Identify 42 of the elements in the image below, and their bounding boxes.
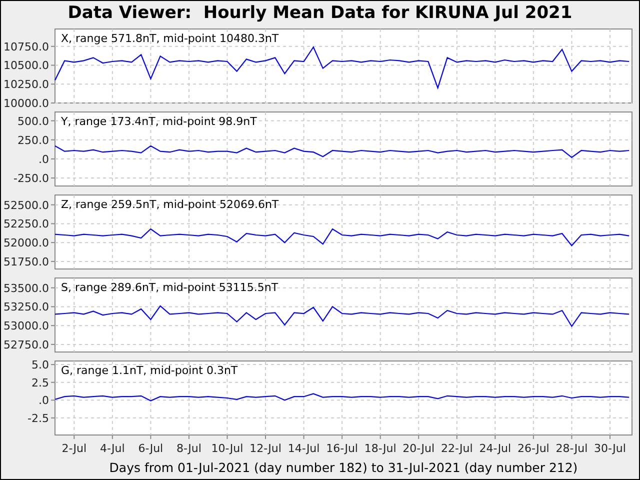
tick-label: 52500.0: [4, 198, 49, 212]
tick-label: 16-Jul: [326, 442, 358, 455]
tick-label: 53250.0: [4, 300, 49, 314]
chart-title: G, range 1.1nT, mid-point 0.3nT: [61, 364, 238, 377]
tick-label: 6-Jul: [138, 442, 164, 455]
tick-label: -2.5: [28, 412, 49, 425]
tick-label: 500.0: [18, 114, 49, 128]
tick-label: 2-Jul: [62, 442, 87, 455]
tick-label: 10000.0: [4, 97, 49, 109]
tick-label: 53500.0: [4, 282, 49, 295]
tick-label: .0: [38, 394, 49, 408]
tick-label: 250.0: [18, 134, 49, 147]
tick-label: 4-Jul: [100, 442, 125, 455]
tick-label: 10-Jul: [211, 442, 244, 455]
tick-label: 28-Jul: [556, 442, 588, 455]
tick-label: 2.5: [32, 376, 49, 390]
axis-title: Days from 01-Jul-2021 (day number 182) to 31-Jul-2021 (day number 212): [109, 460, 578, 475]
chart-title: Y, range 173.4nT, mid-point 98.9nT: [61, 115, 257, 128]
tick-label: 53000.0: [4, 320, 49, 333]
chart-title: X, range 571.8nT, mid-point 10480.3nT: [61, 32, 279, 45]
tick-label: 51750.0: [4, 255, 49, 268]
chart-title: S, range 289.6nT, mid-point 53115.5nT: [61, 281, 278, 294]
tick-label: 5.0: [32, 358, 49, 372]
tick-label: 52250.0: [4, 218, 49, 231]
tick-label: 10750.0: [4, 40, 49, 54]
tick-label: 22-Jul: [440, 442, 473, 455]
tick-label: 26-Jul: [518, 442, 550, 455]
chart-title: Z, range 259.5nT, mid-point 52069.6nT: [61, 198, 279, 211]
tick-label: 18-Jul: [364, 442, 396, 455]
tick-label: 14-Jul: [288, 442, 320, 455]
tick-label: 20-Jul: [402, 442, 435, 455]
page-title: Data Viewer: Hourly Mean Data for KIRUNA Jul 2021: [66, 2, 574, 25]
tick-label: 8-Jul: [176, 442, 202, 455]
tick-label: 30-Jul: [594, 442, 626, 455]
tick-label: 10250.0: [4, 78, 49, 92]
tick-label: 10500.0: [4, 59, 49, 72]
tick-label: 24-Jul: [479, 442, 512, 455]
tick-label: .0: [38, 152, 49, 166]
tick-label: -250.0: [14, 172, 49, 185]
tick-label: 52000.0: [4, 236, 49, 250]
tick-label: 52750.0: [4, 338, 49, 352]
tick-label: 12-Jul: [250, 442, 282, 455]
